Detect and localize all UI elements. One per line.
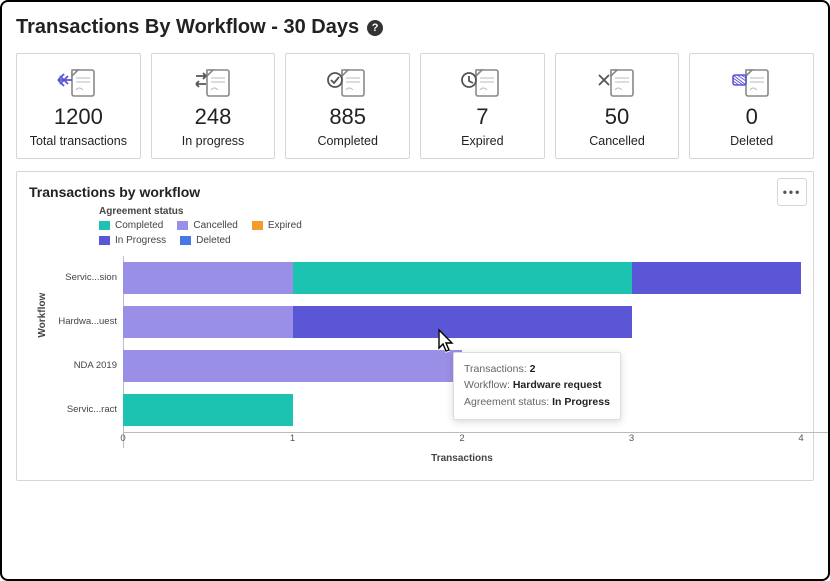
card-expired[interactable]: 7 Expired	[420, 53, 545, 159]
legend-label: Expired	[268, 220, 302, 231]
bar-segment[interactable]	[123, 350, 462, 382]
card-total[interactable]: 1200 Total transactions	[16, 53, 141, 159]
card-label: Deleted	[730, 134, 773, 150]
legend-item[interactable]: Expired	[252, 220, 302, 231]
category-label: Hardwa...uest	[53, 316, 123, 327]
bar-segment[interactable]	[123, 262, 293, 294]
legend-label: Completed	[115, 220, 163, 231]
legend-label: Cancelled	[193, 220, 237, 231]
x-tick: 1	[290, 433, 295, 444]
card-value: 50	[605, 106, 629, 128]
legend: Completed Cancelled Expired In Progress Dele…	[99, 220, 359, 246]
deleted-icon	[730, 64, 774, 100]
legend-swatch	[252, 221, 263, 230]
legend-item[interactable]: In Progress	[99, 235, 166, 246]
x-tick: 4	[798, 433, 803, 444]
completed-icon	[326, 64, 370, 100]
category-label: NDA 2019	[53, 360, 123, 371]
bar-segment[interactable]	[293, 262, 632, 294]
category-label: Servic...sion	[53, 272, 123, 283]
chart-plot: Workflow Servic...sionHardwa...uestNDA 2…	[53, 256, 801, 464]
panel-title: Transactions by workflow	[29, 184, 801, 200]
card-label: In progress	[182, 134, 245, 150]
chart-rows: Servic...sion Hardwa...uest NDA 2019 Servic…	[53, 256, 801, 432]
workflow-panel: ••• Transactions by workflow Agreement s…	[16, 171, 814, 481]
legend-item[interactable]: Deleted	[180, 235, 230, 246]
bar-segment[interactable]	[123, 394, 293, 426]
legend-label: Deleted	[196, 235, 230, 246]
card-completed[interactable]: 885 Completed	[285, 53, 410, 159]
cancelled-icon	[595, 64, 639, 100]
card-label: Cancelled	[589, 134, 645, 150]
summary-cards: 1200 Total transactions 248 In progress 885 C…	[16, 53, 814, 159]
report-frame: Transactions By Workflow - 30 Days ? 120…	[0, 0, 830, 581]
chart-row: Servic...ract	[53, 388, 801, 432]
legend-label: In Progress	[115, 235, 166, 246]
legend-item[interactable]: Cancelled	[177, 220, 237, 231]
bar-stage	[123, 256, 801, 300]
legend-swatch	[177, 221, 188, 230]
page-title: Transactions By Workflow - 30 Days ?	[16, 16, 814, 39]
card-label: Total transactions	[30, 134, 127, 150]
total-icon	[56, 64, 100, 100]
card-deleted[interactable]: 0 Deleted	[689, 53, 814, 159]
card-cancelled[interactable]: 50 Cancelled	[555, 53, 680, 159]
bar-segment[interactable]	[123, 306, 293, 338]
card-value: 885	[329, 106, 366, 128]
x-axis-label: Transactions	[123, 453, 801, 464]
bar-segment[interactable]	[632, 262, 802, 294]
x-tick: 2	[459, 433, 464, 444]
legend-title: Agreement status	[99, 206, 801, 217]
x-tick: 0	[120, 433, 125, 444]
legend-swatch	[180, 236, 191, 245]
chart-row: NDA 2019	[53, 344, 801, 388]
panel-more-button[interactable]: •••	[777, 178, 807, 206]
card-value: 1200	[54, 106, 103, 128]
card-label: Completed	[317, 134, 377, 150]
chart-row: Servic...sion	[53, 256, 801, 300]
y-axis-label: Workflow	[37, 292, 48, 337]
card-value: 0	[746, 106, 758, 128]
chart-row: Hardwa...uest	[53, 300, 801, 344]
card-label: Expired	[461, 134, 503, 150]
inprogress-icon	[191, 64, 235, 100]
x-axis-ticks: 0 1 2 3 4	[123, 433, 801, 449]
legend-item[interactable]: Completed	[99, 220, 163, 231]
legend-swatch	[99, 221, 110, 230]
card-value: 7	[476, 106, 488, 128]
bar-stage	[123, 300, 801, 344]
card-inprogress[interactable]: 248 In progress	[151, 53, 276, 159]
legend-swatch	[99, 236, 110, 245]
page-title-text: Transactions By Workflow - 30 Days	[16, 16, 359, 39]
card-value: 248	[195, 106, 232, 128]
x-tick: 3	[629, 433, 634, 444]
help-icon[interactable]: ?	[367, 20, 383, 36]
bar-segment[interactable]	[293, 306, 632, 338]
expired-icon	[460, 64, 504, 100]
category-label: Servic...ract	[53, 404, 123, 415]
chart-tooltip: Transactions: 2 Workflow: Hardware reque…	[453, 352, 621, 420]
